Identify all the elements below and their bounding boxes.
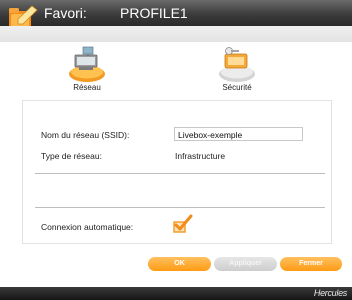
checkmark-icon bbox=[173, 214, 193, 233]
tab-security[interactable]: Sécurité bbox=[197, 44, 277, 94]
network-computer-icon bbox=[69, 46, 105, 82]
tab-security-label: Sécurité bbox=[222, 83, 252, 92]
auto-connect-checkbox[interactable] bbox=[173, 214, 193, 234]
window-title: Favori: bbox=[44, 5, 87, 21]
auto-connect-label: Connexion automatique: bbox=[41, 222, 134, 232]
security-key-icon bbox=[219, 47, 255, 82]
network-type-value: Infrastructure bbox=[175, 151, 226, 161]
footer-bar: Hercules bbox=[0, 287, 352, 300]
close-button[interactable]: Fermer bbox=[280, 257, 342, 271]
divider bbox=[35, 173, 325, 174]
ok-button[interactable]: OK bbox=[148, 257, 211, 271]
header-shelf bbox=[0, 26, 352, 42]
title-bar: Favori: PROFILE1 bbox=[0, 0, 352, 28]
network-type-label: Type de réseau: bbox=[41, 151, 102, 161]
profile-name: PROFILE1 bbox=[120, 5, 188, 21]
brand-logo: Hercules bbox=[313, 288, 347, 298]
ssid-label: Nom du réseau (SSID): bbox=[41, 130, 130, 140]
ssid-input[interactable]: Livebox-exemple bbox=[174, 127, 303, 141]
tab-network-label: Réseau bbox=[73, 83, 101, 92]
tab-network[interactable]: Réseau bbox=[47, 44, 127, 94]
apply-button[interactable]: Appliquer bbox=[214, 257, 277, 271]
network-settings-panel: Nom du réseau (SSID): Livebox-exemple Ty… bbox=[22, 100, 332, 244]
divider bbox=[35, 207, 325, 208]
